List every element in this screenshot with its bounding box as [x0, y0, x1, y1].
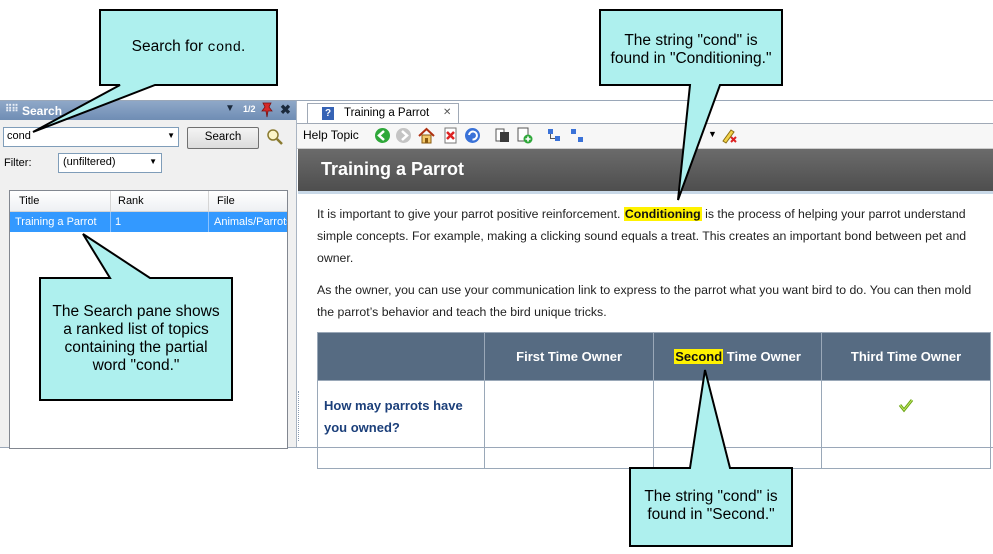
- filter-select[interactable]: (unfiltered) ▼: [58, 153, 162, 173]
- pin-icon[interactable]: [260, 102, 274, 121]
- pane-pager[interactable]: 1/2: [243, 104, 256, 114]
- callout-text: .: [241, 38, 246, 55]
- table-corner-cell: [316, 332, 486, 381]
- splitter-grip[interactable]: [298, 391, 302, 441]
- chevron-down-icon[interactable]: ▼: [149, 157, 157, 166]
- forward-icon[interactable]: [395, 127, 412, 144]
- search-pane-titlebar: ⠿⠿ Search ▼ 1/2 ✖: [0, 101, 296, 120]
- search-highlight-second: Second: [674, 349, 724, 364]
- table-cell: [821, 380, 991, 469]
- callout-text-search-for: Search for cond.: [100, 38, 277, 57]
- search-pane-title: Search: [22, 104, 63, 118]
- chevron-down-icon[interactable]: ▼: [167, 131, 175, 140]
- page-title: Training a Parrot: [321, 159, 465, 179]
- table-cell: [484, 380, 655, 469]
- close-pane-icon[interactable]: ✖: [280, 102, 291, 118]
- topic-heading-banner: Training a Parrot: [298, 149, 993, 191]
- column-header-file[interactable]: File: [217, 195, 235, 207]
- refresh-icon[interactable]: [464, 127, 481, 144]
- checkmark-icon: [898, 399, 914, 413]
- callout-line: a ranked list of topics: [63, 321, 209, 338]
- results-header: Title Rank File: [10, 191, 287, 212]
- search-button[interactable]: Search: [187, 127, 259, 149]
- callout-line: The Search pane shows: [52, 303, 220, 320]
- owner-table: First Time Owner Second Time Owner Third…: [316, 332, 991, 469]
- back-icon[interactable]: [374, 127, 391, 144]
- expand-toc-icon[interactable]: [546, 127, 563, 144]
- close-tab-icon[interactable]: ✕: [443, 107, 451, 118]
- table-header-row: First Time Owner Second Time Owner Third…: [316, 332, 991, 381]
- callout-line: containing the partial: [64, 339, 208, 356]
- table-row: How may parrots have you owned?: [316, 380, 991, 469]
- tab-label: Training a Parrot: [344, 107, 430, 119]
- clear-highlight-icon[interactable]: [721, 127, 738, 144]
- callout-text: Search for: [131, 38, 208, 55]
- help-topic-label: Help Topic: [303, 128, 359, 142]
- paragraph-text: It is important to give your parrot posi…: [317, 207, 624, 221]
- column-header-title[interactable]: Title: [19, 195, 39, 207]
- result-title: Training a Parrot: [15, 216, 97, 228]
- callout-text-second: The string "cond" is found in "Second.": [630, 488, 792, 524]
- result-rank: 1: [115, 216, 122, 228]
- search-highlight-conditioning: Conditioning: [623, 207, 702, 221]
- filter-label: Filter:: [4, 157, 32, 169]
- topic-paragraph-2: As the owner, you can use your communica…: [317, 283, 972, 319]
- highlight-menu-arrow-icon[interactable]: ▼: [708, 129, 717, 139]
- pane-menu-arrow-icon[interactable]: ▼: [225, 103, 235, 114]
- collapse-toc-icon[interactable]: [569, 127, 586, 144]
- callout-line: The string "cond" is: [644, 488, 778, 505]
- result-file: Animals/Parrots: [214, 216, 288, 228]
- search-pane: ⠿⠿ Search ▼ 1/2 ✖ cond ▼ Search Filter: …: [0, 101, 297, 449]
- callout-text-conditioning: The string "cond" is found in "Condition…: [600, 32, 782, 68]
- help-topic-icon: ?: [322, 107, 334, 120]
- tab-training-a-parrot[interactable]: ? Training a Parrot ✕: [307, 103, 459, 124]
- table-cell: [653, 380, 823, 469]
- callout-line: The string "cond" is: [624, 32, 758, 49]
- column-header-first: First Time Owner: [484, 332, 655, 381]
- topic-viewer: ? Training a Parrot ✕ Help Topic ▼ Train…: [297, 101, 993, 469]
- column-header-second: Second Time Owner: [653, 332, 823, 381]
- callout-line: found in "Conditioning.": [610, 50, 772, 67]
- topic-paragraph-1: It is important to give your parrot posi…: [317, 203, 977, 269]
- column-header-third: Third Time Owner: [821, 332, 991, 381]
- add-document-icon[interactable]: [516, 127, 533, 144]
- search-options-icon[interactable]: [266, 128, 284, 151]
- topic-toolbar: Help Topic ▼: [297, 124, 993, 149]
- stop-icon[interactable]: [442, 127, 459, 144]
- filter-value: (unfiltered): [63, 156, 116, 168]
- help-viewer-window: ⠿⠿ Search ▼ 1/2 ✖ cond ▼ Search Filter: …: [0, 100, 993, 469]
- print-icon[interactable]: [494, 127, 511, 144]
- column-header-rank[interactable]: Rank: [118, 195, 144, 207]
- callout-line: word "cond.": [92, 357, 180, 374]
- row-question: How may parrots have you owned?: [316, 380, 486, 469]
- result-row[interactable]: Training a Parrot 1 Animals/Parrots: [10, 212, 287, 232]
- search-input[interactable]: cond ▼: [3, 127, 179, 147]
- callout-text-ranked-list: The Search pane shows a ranked list of t…: [40, 303, 232, 375]
- header-text: Time Owner: [723, 349, 801, 364]
- callout-code: cond: [207, 40, 242, 56]
- callout-line: found in "Second.": [647, 506, 775, 523]
- drag-grip-icon[interactable]: ⠿⠿: [5, 104, 19, 115]
- search-query-value: cond: [7, 130, 31, 142]
- home-icon[interactable]: [418, 127, 435, 144]
